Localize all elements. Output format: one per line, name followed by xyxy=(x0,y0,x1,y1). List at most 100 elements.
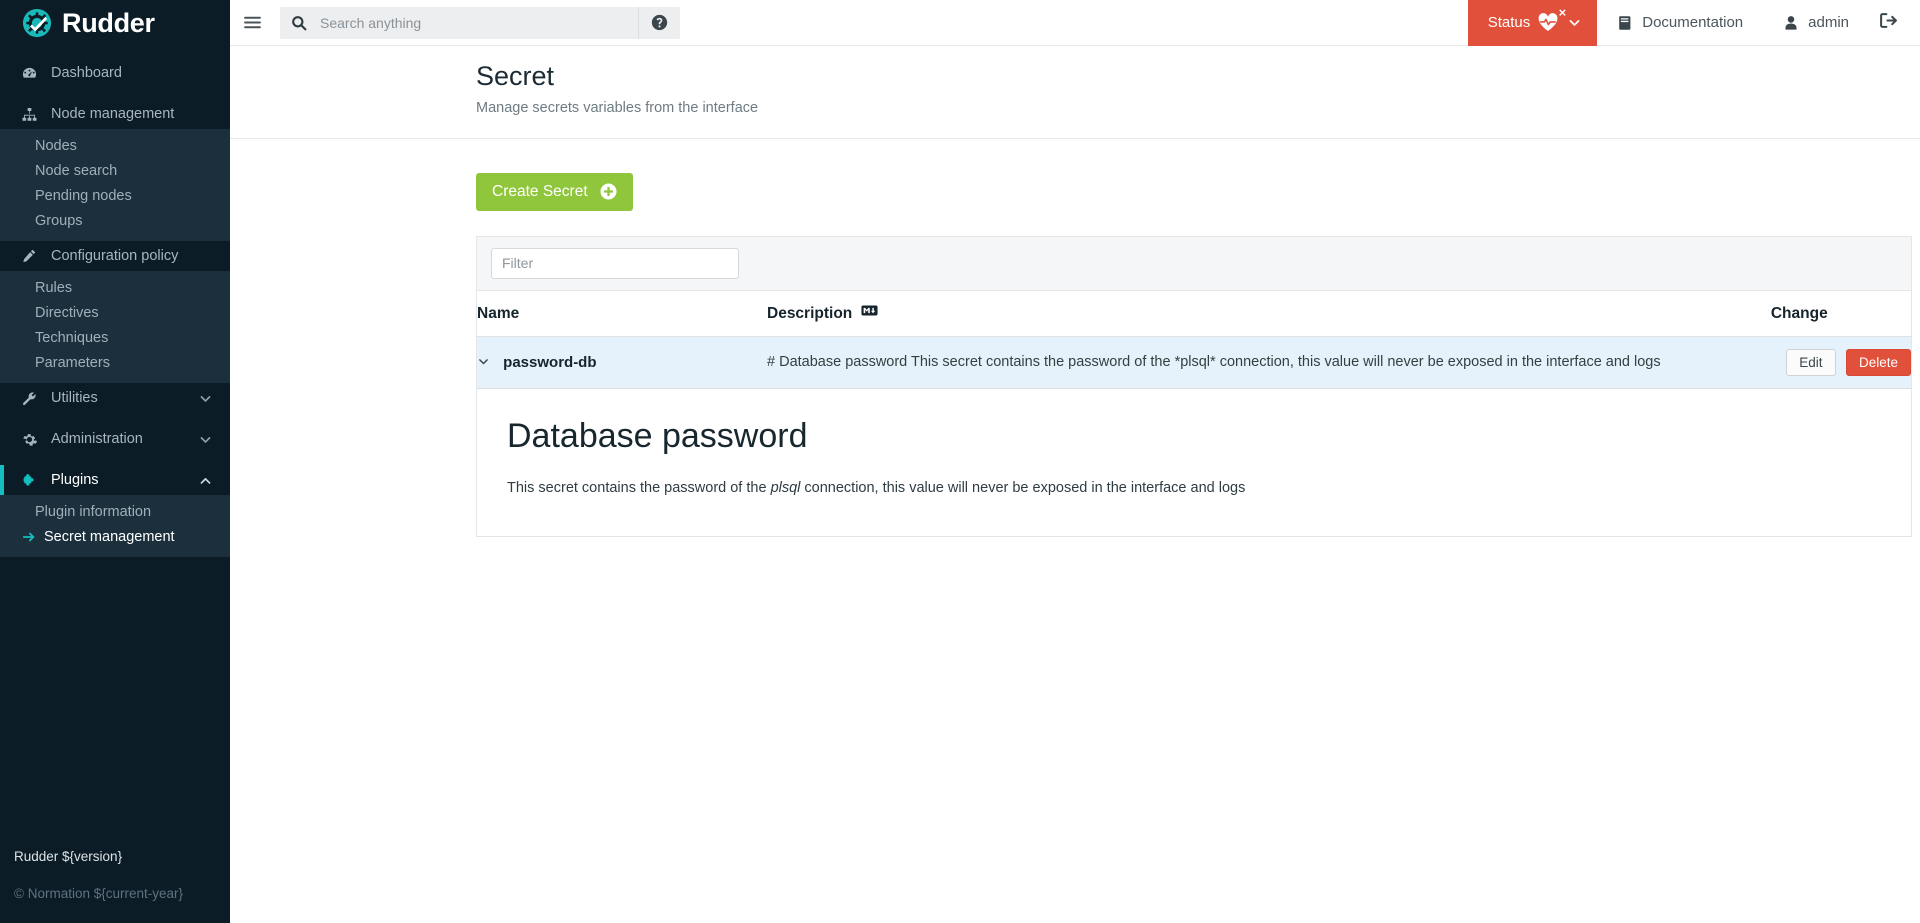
user-menu[interactable]: admin xyxy=(1763,0,1869,46)
status-button[interactable]: Status × xyxy=(1467,0,1598,46)
page-title: Secret xyxy=(476,61,555,91)
sidebar-sub-label: Directives xyxy=(35,304,99,321)
documentation-label: Documentation xyxy=(1642,14,1744,31)
status-label: Status xyxy=(1487,14,1531,31)
gear-icon xyxy=(22,432,42,447)
book-icon xyxy=(1617,15,1633,31)
sidebar-sub-label: Secret management xyxy=(44,528,175,545)
sidebar-item-dashboard[interactable]: Dashboard xyxy=(0,58,230,88)
secret-name: password-db xyxy=(503,353,597,371)
gauge-icon xyxy=(22,66,42,81)
page-subtitle: Manage secrets variables from the interf… xyxy=(476,99,759,116)
sidebar-sub-label: Techniques xyxy=(35,329,109,346)
cell-actions: Edit Delete xyxy=(1770,336,1911,389)
puzzle-piece-icon xyxy=(22,473,42,488)
sidebar-item-plugins[interactable]: Plugins xyxy=(0,465,230,495)
sidebar-item-rules[interactable]: Rules xyxy=(0,275,230,300)
column-header-change: Change xyxy=(1770,290,1911,337)
chevron-up-icon[interactable] xyxy=(199,474,212,487)
error-x-mark: × xyxy=(1558,5,1567,20)
sidebar-item-groups[interactable]: Groups xyxy=(0,208,230,233)
main-area: Status × xyxy=(230,0,1920,923)
brand-name: Rudder xyxy=(62,7,155,38)
detail-emphasis: plsql xyxy=(770,479,801,496)
logout-button[interactable] xyxy=(1869,0,1920,46)
sidebar-item-configuration-policy[interactable]: Configuration policy xyxy=(0,241,230,271)
sidebar-sub-label: Node search xyxy=(35,162,118,179)
search-box[interactable] xyxy=(280,6,680,39)
sidebar-item-utilities[interactable]: Utilities xyxy=(0,383,230,413)
sidebar: Rudder Dashboard Node management Nodes N… xyxy=(0,0,230,923)
plus-circle-icon xyxy=(600,183,617,200)
page-content: Create Secret Name xyxy=(230,139,1920,537)
column-header-description-label: Description xyxy=(767,304,853,322)
cell-name: password-db xyxy=(477,336,767,389)
sidebar-sub-label: Parameters xyxy=(35,354,110,371)
search-input[interactable] xyxy=(318,7,638,38)
wrench-icon xyxy=(22,391,42,406)
sidebar-sub-label: Groups xyxy=(35,212,83,229)
version-label: Rudder ${version} xyxy=(14,849,123,864)
arrow-right-icon xyxy=(22,530,36,544)
sidebar-item-secret-management[interactable]: Secret management xyxy=(0,524,230,549)
detail-cell: Database password This secret contains t… xyxy=(477,388,1911,537)
secrets-panel: Name Description Change xyxy=(476,235,1912,537)
question-circle-icon[interactable] xyxy=(638,6,680,39)
chevron-down-icon[interactable] xyxy=(477,355,490,368)
search-icon xyxy=(280,15,318,31)
sidebar-item-label: Dashboard xyxy=(51,65,122,81)
hamburger-icon[interactable] xyxy=(230,13,274,32)
sign-out-icon xyxy=(1879,12,1898,34)
markdown-icon xyxy=(861,305,878,316)
sidebar-sub-label: Nodes xyxy=(35,137,77,154)
sidebar-item-label: Administration xyxy=(51,431,143,447)
sidebar-item-techniques[interactable]: Techniques xyxy=(0,325,230,350)
top-bar: Status × xyxy=(230,0,1920,46)
top-bar-right: Status × Documentation admin xyxy=(1467,0,1920,46)
sidebar-item-node-management[interactable]: Node management xyxy=(0,99,230,129)
sidebar-item-administration[interactable]: Administration xyxy=(0,424,230,454)
create-secret-button[interactable]: Create Secret xyxy=(476,172,633,211)
table-detail-row: Database password This secret contains t… xyxy=(477,388,1911,537)
delete-button[interactable]: Delete xyxy=(1845,348,1911,376)
detail-text-before: This secret contains the password of the xyxy=(507,479,771,496)
submenu-configuration-policy: Rules Directives Techniques Parameters xyxy=(0,271,230,383)
user-label: admin xyxy=(1808,14,1849,31)
sidebar-item-node-search[interactable]: Node search xyxy=(0,158,230,183)
rudder-gear-check-icon xyxy=(22,8,52,38)
secrets-table: Name Description Change password-db # Da… xyxy=(477,290,1911,537)
column-header-description[interactable]: Description xyxy=(767,290,1771,337)
sidebar-item-label: Configuration policy xyxy=(51,248,179,264)
sidebar-item-label: Node management xyxy=(51,106,175,122)
table-head: Name Description Change xyxy=(477,290,1911,337)
chevron-down-icon[interactable] xyxy=(199,392,212,405)
sidebar-item-nodes[interactable]: Nodes xyxy=(0,133,230,158)
table-body: password-db # Database password This sec… xyxy=(477,336,1911,537)
sidebar-item-plugin-information[interactable]: Plugin information xyxy=(0,499,230,524)
table-header-row: Name Description Change xyxy=(477,290,1911,337)
table-row[interactable]: password-db # Database password This sec… xyxy=(477,336,1911,389)
sidebar-item-label: Utilities xyxy=(51,390,98,406)
brand-logo-area[interactable]: Rudder xyxy=(0,0,230,46)
detail-heading: Database password xyxy=(507,416,808,455)
secret-detail-panel: Database password This secret contains t… xyxy=(477,388,1911,537)
column-header-name[interactable]: Name xyxy=(477,290,767,337)
copyright-label: © Normation ${current-year} xyxy=(14,886,184,901)
application-window: Rudder Dashboard Node management Nodes N… xyxy=(0,0,1920,923)
chevron-down-icon[interactable] xyxy=(199,433,212,446)
sidebar-item-pending-nodes[interactable]: Pending nodes xyxy=(0,183,230,208)
sidebar-item-parameters[interactable]: Parameters xyxy=(0,350,230,375)
edit-button[interactable]: Edit xyxy=(1786,348,1836,376)
sidebar-item-directives[interactable]: Directives xyxy=(0,300,230,325)
sitemap-icon xyxy=(22,107,42,122)
documentation-link[interactable]: Documentation xyxy=(1597,0,1763,46)
pencil-icon xyxy=(22,249,42,263)
sidebar-footer: Rudder ${version} © Normation ${current-… xyxy=(0,849,230,923)
heart-pulse-error-icon: × xyxy=(1537,6,1566,32)
filter-input[interactable] xyxy=(491,247,739,279)
submenu-node-management: Nodes Node search Pending nodes Groups xyxy=(0,129,230,241)
detail-paragraph: This secret contains the password of the… xyxy=(507,480,1881,496)
create-secret-label: Create Secret xyxy=(492,182,588,200)
